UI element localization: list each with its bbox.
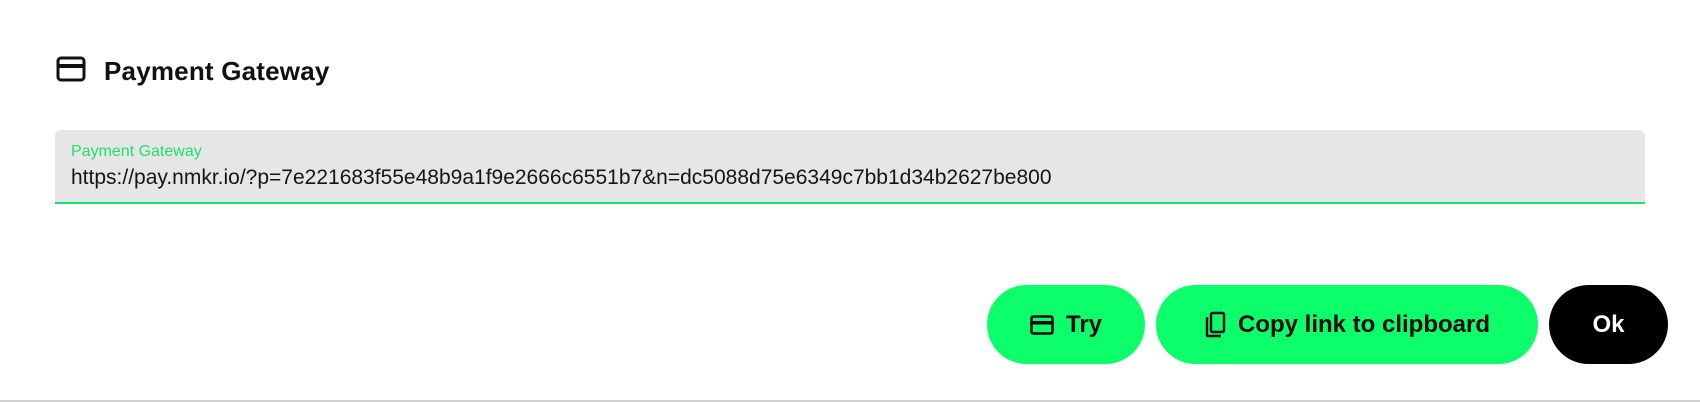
dialog-actions: Try Copy link to clipboard Ok <box>987 285 1668 364</box>
payment-gateway-field-label: Payment Gateway <box>71 143 202 160</box>
copy-link-button[interactable]: Copy link to clipboard <box>1156 285 1538 364</box>
credit-card-icon <box>56 56 86 82</box>
try-button-label: Try <box>1065 310 1103 338</box>
dialog-header: Payment Gateway <box>56 50 330 87</box>
try-button[interactable]: Try <box>987 285 1145 364</box>
ok-button[interactable]: Ok <box>1549 285 1668 364</box>
payment-gateway-dialog: Payment Gateway Payment Gateway Try Copy <box>0 0 1700 402</box>
credit-card-icon <box>1030 314 1054 335</box>
payment-gateway-field[interactable]: Payment Gateway <box>55 130 1645 204</box>
copy-icon <box>1204 311 1226 339</box>
dialog-title: Payment Gateway <box>104 56 330 86</box>
copy-link-button-label: Copy link to clipboard <box>1237 310 1490 338</box>
payment-gateway-url-input[interactable] <box>71 166 1621 190</box>
